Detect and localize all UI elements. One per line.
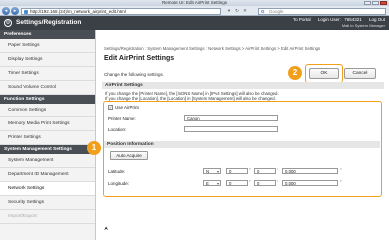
refresh-icon[interactable]: ↻ [234,8,240,14]
sidebar-item-department-id[interactable]: Department ID Management [0,168,95,183]
url-field[interactable]: http://192.168.(24)/m_network_airprint_e… [21,7,221,15]
degree-symbol: ° [249,179,251,184]
minute-symbol: ′ [277,167,278,172]
longitude-minutes-input[interactable]: 0 [254,180,276,186]
sidebar-header-system: System Management Settings [0,145,95,155]
app-header: ⚙ Settings/Registration To Portal Login … [0,16,389,30]
login-user-label: Login User: [317,17,341,22]
sidebar: Preferences Paper Settings Display Setti… [0,30,96,240]
maximize-button[interactable] [372,1,379,5]
printer-name-label: Printer Name: [108,116,136,121]
settings-logo-icon: ⚙ [4,19,12,27]
logout-link[interactable]: Log Out [369,17,385,22]
callout-badge-1: 1 [87,141,101,155]
longitude-label: Longitude: [108,181,130,186]
printer-name-input[interactable]: Canon [184,115,278,121]
second-symbol: ″ [340,167,342,172]
location-label: Location: [108,127,127,132]
app-title: Settings/Registration [16,19,82,26]
longitude-direction-select[interactable]: E [203,180,221,186]
sidebar-item-printer-settings[interactable]: Printer Settings [0,131,95,146]
instruction-text: Change the following settings. [104,72,165,77]
sidebar-item-import-export[interactable]: Import/Export [0,210,95,224]
second-symbol: ″ [340,179,342,184]
section-header-airprint: AirPrint Settings [102,82,384,89]
sidebar-item-security-settings[interactable]: Security Settings [0,196,95,210]
minute-symbol: ′ [277,179,278,184]
google-icon: G [261,8,265,14]
sidebar-item-paper-settings[interactable]: Paper Settings [0,39,95,53]
degree-symbol: ° [249,167,251,172]
to-portal-link[interactable]: To Portal [293,17,311,22]
mail-to-admin-link[interactable]: Mail to System Manager [342,23,385,28]
sidebar-item-display-settings[interactable]: Display Settings [0,53,95,67]
longitude-seconds-input[interactable]: 0.000 [282,180,338,186]
auto-acquire-button[interactable]: Auto Acquire [110,151,148,160]
window-controls [364,1,387,5]
forward-arrow-icon[interactable]: ▸ [11,7,19,15]
url-text: http://192.168.(24)/m_network_airprint_e… [30,8,126,14]
search-field[interactable]: G Google [258,7,386,15]
minimize-button[interactable] [364,1,371,5]
longitude-degrees-input[interactable]: 0 [226,180,248,186]
breadcrumb: Settings/Registration : System Managemen… [104,46,321,51]
sidebar-item-network-settings[interactable]: Network Settings [0,182,95,196]
sidebar-item-memory-media[interactable]: Memory Media Print Settings [0,117,95,132]
sidebar-item-system-management[interactable]: System Management [0,154,95,169]
sidebar-header-function: Function Settings [0,94,95,104]
latitude-degrees-input[interactable]: 0 [226,168,248,174]
close-button[interactable] [380,1,387,5]
latitude-seconds-input[interactable]: 0.000 [282,168,338,174]
latitude-direction-select[interactable]: N [203,168,221,174]
sidebar-item-timer-settings[interactable]: Timer Settings [0,67,95,81]
dropdown-icon[interactable]: ▾ [226,8,232,14]
sidebar-header-preferences: Preferences [0,30,95,39]
stop-icon[interactable]: ✕ [242,8,248,14]
sidebar-item-common-settings[interactable]: Common Settings [0,104,95,118]
latitude-minutes-input[interactable]: 0 [254,168,276,174]
use-airprint-label: Use AirPrint [115,105,139,110]
callout-badge-2: 2 [288,66,302,80]
sidebar-item-sound-volume[interactable]: Sound Volume Control [0,81,95,95]
section-header-position: Position Information [104,141,380,148]
back-to-top-icon[interactable]: ⮝ [104,226,108,232]
latitude-label: Latitude: [108,169,126,174]
login-user-value: 7654321 [344,17,362,22]
location-input[interactable] [184,126,278,132]
use-airprint-checkbox[interactable]: ✓ [108,105,113,110]
cancel-button[interactable]: Cancel [344,68,376,79]
page-title: Edit AirPrint Settings [104,55,175,62]
site-icon [24,9,28,14]
search-placeholder: Google [269,8,284,14]
ok-button[interactable]: OK [309,68,339,79]
back-arrow-icon[interactable]: ◂ [2,7,10,15]
address-bar: ◂ ▸ http://192.168.(24)/m_network_airpri… [0,6,389,16]
main-content: Settings/Registration : System Managemen… [87,30,389,240]
